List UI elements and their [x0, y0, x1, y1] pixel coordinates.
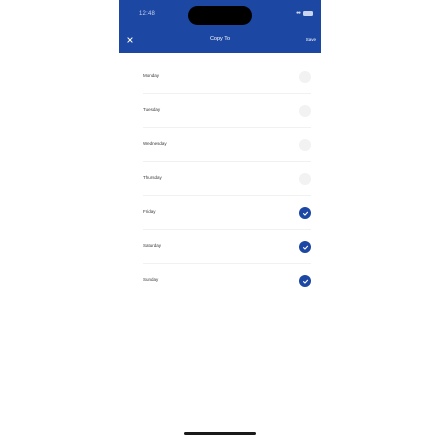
unchecked-radio[interactable] — [299, 105, 311, 117]
checkmark-icon — [302, 279, 308, 284]
signal-icon: ●● — [295, 10, 301, 16]
day-row-saturday[interactable]: Saturday — [119, 230, 321, 264]
day-row-sunday[interactable]: Sunday — [119, 264, 321, 298]
day-label: Friday — [143, 209, 156, 214]
day-label: Wednesday — [143, 141, 167, 146]
day-label: Sunday — [143, 277, 159, 282]
top-bar: 12:48 ●● Copy To Save — [119, 0, 321, 53]
phone-screen: 12:48 ●● Copy To Save Monday Tuesday Wedne… — [119, 0, 321, 439]
day-row-friday[interactable]: Friday — [119, 196, 321, 230]
unchecked-radio[interactable] — [299, 173, 311, 185]
save-button[interactable]: Save — [306, 37, 316, 42]
day-row-wednesday[interactable]: Wednesday — [119, 128, 321, 162]
dynamic-island — [188, 6, 252, 25]
day-row-monday[interactable]: Monday — [119, 60, 321, 94]
page-title: Copy To — [209, 36, 231, 42]
checked-radio[interactable] — [299, 241, 311, 253]
day-row-tuesday[interactable]: Tuesday — [119, 94, 321, 128]
day-row-thursday[interactable]: Thursday — [119, 162, 321, 196]
unchecked-radio[interactable] — [299, 139, 311, 151]
checked-radio[interactable] — [299, 207, 311, 219]
home-indicator — [184, 432, 256, 435]
checkmark-icon — [302, 245, 308, 250]
day-label: Monday — [143, 73, 160, 78]
day-label: Saturday — [143, 243, 162, 248]
day-list: Monday Tuesday Wednesday Thursday Friday Satu… — [119, 60, 321, 298]
checked-radio[interactable] — [299, 275, 311, 287]
status-indicators: ●● — [296, 10, 313, 16]
checkmark-icon — [302, 211, 308, 216]
day-label: Tuesday — [143, 107, 161, 112]
status-time: 12:48 — [139, 11, 156, 17]
battery-icon — [303, 10, 313, 16]
day-label: Thursday — [143, 175, 162, 180]
unchecked-radio[interactable] — [299, 71, 311, 83]
